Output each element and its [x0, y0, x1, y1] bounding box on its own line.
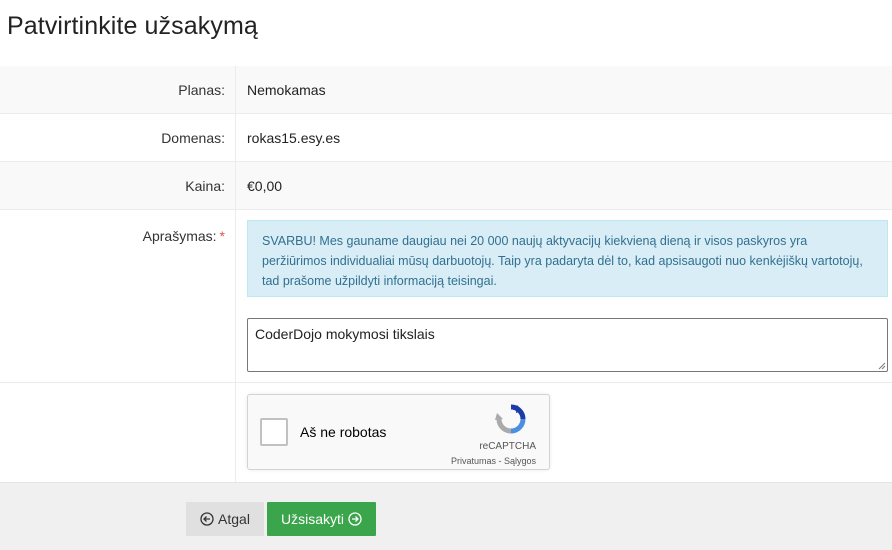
domain-value: rokas15.esy.es	[247, 129, 341, 146]
form-footer: Atgal Užsisakyti	[0, 482, 892, 550]
recaptcha-logo-icon	[495, 404, 526, 434]
domain-row: Domenas: rokas15.esy.es	[0, 114, 892, 162]
captcha-label-cell	[0, 383, 236, 483]
arrow-right-circle-icon	[348, 512, 362, 526]
description-row: Aprašymas: * SVARBU! Mes gauname daugiau …	[0, 210, 892, 383]
description-value-cell: SVARBU! Mes gauname daugiau nei 20 000 n…	[236, 210, 892, 382]
domain-label: Domenas:	[0, 114, 236, 161]
captcha-checkbox[interactable]	[260, 418, 288, 446]
back-button-label: Atgal	[218, 511, 250, 527]
description-textarea-wrap: CoderDojo mokymosi tikslais	[247, 318, 888, 372]
arrow-left-circle-icon	[200, 512, 214, 526]
recaptcha-brand: reCAPTCHA	[479, 441, 536, 452]
captcha-row: Aš ne robotas reCAPTCHA Privatumas - Sąl…	[0, 383, 892, 483]
resize-grip-icon[interactable]	[878, 362, 886, 370]
order-form: Planas: Nemokamas Domenas: rokas15.esy.e…	[0, 66, 892, 483]
description-label: Aprašymas:	[142, 228, 217, 244]
back-button[interactable]: Atgal	[186, 502, 264, 536]
price-value: €0,00	[247, 177, 283, 194]
important-notice: SVARBU! Mes gauname daugiau nei 20 000 n…	[247, 220, 888, 297]
plan-value: Nemokamas	[247, 81, 326, 98]
description-textarea[interactable]: CoderDojo mokymosi tikslais	[247, 318, 888, 372]
recaptcha-widget: Aš ne robotas reCAPTCHA Privatumas - Sąl…	[247, 394, 550, 470]
captcha-label: Aš ne robotas	[300, 424, 387, 440]
recaptcha-terms[interactable]: Privatumas - Sąlygos	[451, 456, 536, 466]
submit-button-label: Užsisakyti	[280, 511, 344, 527]
submit-button[interactable]: Užsisakyti	[267, 502, 376, 536]
price-label: Kaina:	[0, 162, 236, 209]
captcha-value-cell: Aš ne robotas reCAPTCHA Privatumas - Sąl…	[236, 383, 892, 483]
plan-label: Planas:	[0, 66, 236, 113]
price-row: Kaina: €0,00	[0, 162, 892, 210]
description-label-cell: Aprašymas: *	[0, 210, 236, 382]
page-title: Patvirtinkite užsakymą	[7, 12, 258, 40]
plan-row: Planas: Nemokamas	[0, 66, 892, 114]
required-marker: *	[219, 228, 225, 244]
